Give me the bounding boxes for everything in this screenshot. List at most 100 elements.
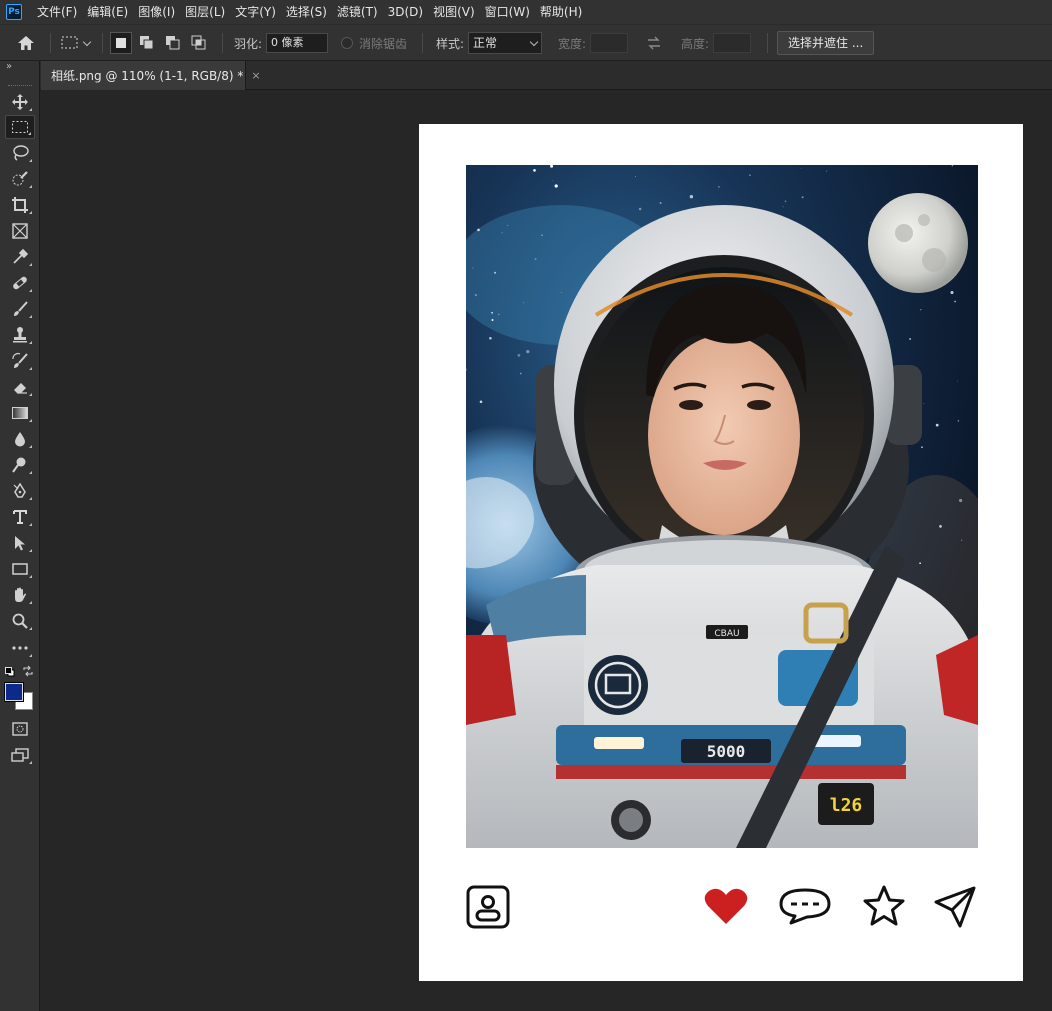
history-brush-icon — [12, 352, 28, 368]
brush-tool[interactable] — [5, 297, 35, 321]
quick-mask[interactable] — [5, 717, 35, 741]
document-canvas[interactable]: 5000 l26 CBAU — [419, 124, 1023, 981]
pen-icon — [13, 482, 26, 498]
select-and-mask-button[interactable]: 选择并遮住 ... — [777, 31, 875, 55]
menu-help[interactable]: 帮助(H) — [535, 0, 587, 24]
menu-image[interactable]: 图像(I) — [133, 0, 180, 24]
path-selection-tool[interactable] — [5, 531, 35, 555]
quick-mask-icon — [12, 722, 28, 736]
chevron-down-icon — [82, 37, 92, 46]
menu-3d[interactable]: 3D(D) — [383, 0, 428, 24]
intersect-selection-icon — [191, 35, 206, 50]
style-select-value: 正常 — [473, 36, 498, 50]
move-tool[interactable] — [5, 90, 35, 114]
lasso-tool[interactable] — [5, 141, 35, 165]
type-icon — [13, 510, 27, 524]
menu-type[interactable]: 文字(Y) — [230, 0, 281, 24]
brush-icon — [14, 301, 28, 316]
gradient-tool[interactable] — [5, 401, 35, 425]
menu-select[interactable]: 选择(S) — [281, 0, 332, 24]
width-input[interactable] — [590, 33, 629, 53]
send-icon[interactable] — [932, 884, 978, 930]
add-to-selection-button[interactable] — [136, 32, 158, 54]
tools-panel: » — [0, 61, 40, 1011]
menu-bar: Ps 文件(F) 编辑(E) 图像(I) 图层(L) 文字(Y) 选择(S) 滤… — [0, 0, 1052, 24]
clone-stamp-tool[interactable] — [5, 323, 35, 347]
hand-tool[interactable] — [5, 583, 35, 607]
hand-icon — [15, 587, 27, 602]
photoshop-logo: Ps — [6, 4, 22, 20]
style-label: 样式: — [436, 36, 465, 51]
heart-icon[interactable] — [703, 886, 749, 926]
feather-label: 羽化: — [234, 36, 263, 51]
panel-grip[interactable] — [8, 85, 32, 87]
eraser-tool[interactable] — [5, 375, 35, 399]
menu-window[interactable]: 窗口(W) — [480, 0, 535, 24]
swap-width-height-button[interactable] — [646, 25, 662, 61]
astronaut-illustration: 5000 l26 CBAU — [466, 165, 978, 848]
marquee-preset-icon — [61, 36, 78, 49]
collar-tag-text: CBAU — [714, 629, 739, 639]
chest-patch-text: 5000 — [707, 742, 746, 761]
intersect-selection-button[interactable] — [188, 32, 210, 54]
document-tab[interactable]: 相纸.png @ 110% (1-1, RGB/8) * × — [41, 61, 261, 90]
star-icon[interactable] — [862, 884, 906, 928]
tool-preset-picker[interactable] — [60, 25, 92, 61]
eyedropper-tool[interactable] — [5, 245, 35, 269]
comment-icon[interactable] — [777, 886, 833, 926]
magnifier-icon — [12, 613, 28, 629]
history-brush-tool[interactable] — [5, 349, 35, 373]
default-colors-icon[interactable] — [5, 666, 15, 677]
new-selection-button[interactable] — [110, 32, 132, 54]
healing-brush-tool[interactable] — [5, 271, 35, 295]
rectangular-marquee-tool[interactable] — [5, 115, 35, 139]
document-tab-label: 相纸.png @ 110% (1-1, RGB/8) * — [51, 69, 244, 83]
quick-selection-tool[interactable] — [5, 167, 35, 191]
badge-text: l26 — [830, 795, 863, 816]
menu-edit[interactable]: 编辑(E) — [82, 0, 133, 24]
pen-tool[interactable] — [5, 479, 35, 503]
home-icon — [18, 36, 34, 50]
chevron-down-icon — [529, 37, 539, 47]
rectangle-tool[interactable] — [5, 557, 35, 581]
frame-tool[interactable] — [5, 219, 35, 243]
foreground-color-swatch[interactable] — [4, 682, 24, 702]
collapse-panel-icon[interactable]: » — [6, 61, 12, 72]
more-dots-icon — [12, 646, 28, 650]
subtract-selection-icon — [166, 36, 180, 50]
close-icon[interactable]: × — [251, 69, 260, 82]
crop-tool[interactable] — [5, 193, 35, 217]
antialias-checkbox[interactable] — [341, 37, 353, 49]
crop-icon — [12, 197, 28, 213]
profile-icon[interactable] — [466, 885, 510, 929]
arrow-cursor-icon — [15, 536, 25, 551]
swap-colors-icon[interactable] — [22, 665, 34, 677]
home-button[interactable] — [16, 25, 36, 61]
rectangle-icon — [12, 563, 28, 575]
style-select[interactable]: 正常 — [468, 32, 543, 54]
menu-view[interactable]: 视图(V) — [428, 0, 480, 24]
eraser-icon — [14, 383, 27, 394]
screen-mode[interactable] — [5, 743, 35, 767]
antialias-label: 消除锯齿 — [359, 36, 408, 51]
menu-filter[interactable]: 滤镜(T) — [332, 0, 383, 24]
water-drop-icon — [15, 432, 25, 447]
move-icon — [12, 94, 28, 110]
menu-file[interactable]: 文件(F) — [32, 0, 82, 24]
zoom-tool[interactable] — [5, 609, 35, 633]
lasso-icon — [13, 145, 29, 161]
document-tab-strip: 相纸.png @ 110% (1-1, RGB/8) * × — [0, 61, 1052, 90]
edit-toolbar[interactable] — [5, 636, 35, 660]
menu-layer[interactable]: 图层(L) — [180, 0, 230, 24]
screen-mode-icon — [11, 748, 29, 762]
height-label: 高度: — [681, 36, 710, 51]
feather-input[interactable]: 0 像素 — [266, 33, 329, 53]
marquee-icon — [12, 121, 28, 133]
bandage-icon — [13, 276, 27, 290]
blur-tool[interactable] — [5, 427, 35, 451]
type-tool[interactable] — [5, 505, 35, 529]
dodge-tool[interactable] — [5, 453, 35, 477]
height-input[interactable] — [713, 33, 752, 53]
subtract-from-selection-button[interactable] — [162, 32, 184, 54]
width-label: 宽度: — [558, 36, 587, 51]
